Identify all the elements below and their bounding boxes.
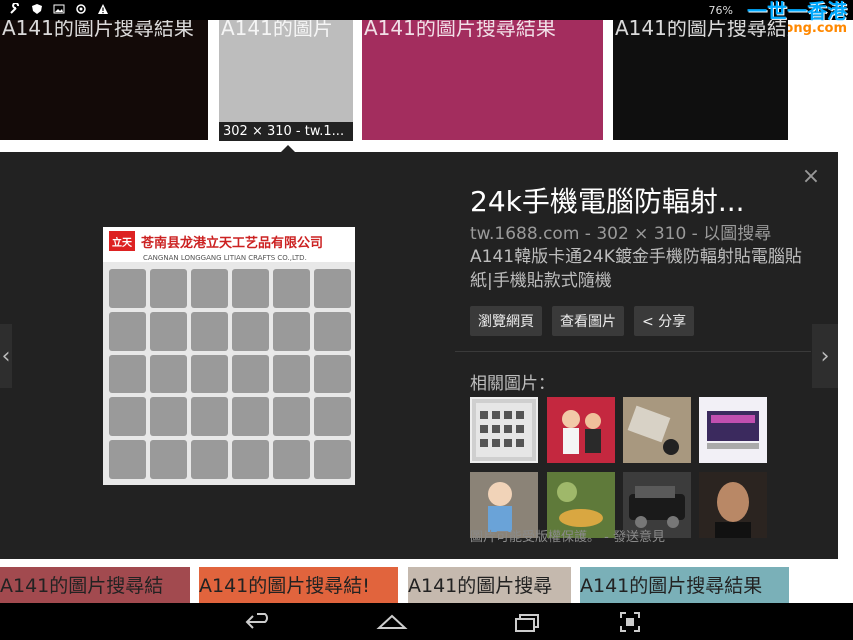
sticker-tile [109, 269, 146, 308]
visit-page-button[interactable]: 瀏覽網頁 [470, 306, 542, 336]
thumbnail-label: A141的圖片搜尋結果 [2, 20, 194, 40]
share-button[interactable]: < 分享 [634, 306, 695, 336]
sticker-tile [273, 311, 310, 351]
watermark-title: 一世一香港 [747, 0, 847, 23]
previous-arrow-icon[interactable]: ‹ [0, 324, 12, 388]
sticker-tile [314, 440, 351, 479]
image-title: 24k手機電腦防輻射... [470, 185, 745, 218]
thumbnail-label: A141的圖片搜尋結果 [580, 575, 763, 597]
related-image-product-box[interactable] [699, 397, 767, 463]
sticker-tile [191, 311, 228, 351]
selected-thumbnail-caption: 302 × 310 - tw.1... [219, 122, 353, 141]
thumbnail-label: A141的圖片搜尋結! [199, 575, 370, 597]
thumbnail-label: A141的圖片 [221, 20, 333, 40]
image-meta[interactable]: tw.1688.com - 302 × 310 - 以圖搜尋 [470, 219, 771, 244]
sticker-tile [314, 354, 351, 394]
sticker-tile [150, 397, 187, 437]
thumbnail-label: A141的圖片搜尋 [408, 575, 553, 597]
sticker-tile [232, 354, 269, 394]
sticker-tile [273, 269, 310, 308]
sticker-tile [109, 397, 146, 437]
image-icon [52, 2, 66, 16]
result-thumbnail[interactable]: A141的圖片搜尋 [408, 567, 571, 603]
sticker-tile [273, 354, 310, 394]
image-detail-panel: 立天 苍南县龙港立天工艺品有限公司 CANGNAN LONGGANG LITIA… [0, 152, 838, 559]
recent-apps-icon[interactable] [507, 608, 547, 636]
warning-icon [96, 2, 110, 16]
company-logo: 立天 [109, 231, 135, 251]
divider [455, 351, 811, 352]
next-arrow-icon[interactable]: › [812, 324, 838, 388]
thumbnail-label: A141的圖片搜尋結 [0, 575, 164, 597]
sticker-tile [273, 397, 310, 437]
result-thumbnail[interactable]: A141的圖片搜尋結果 [580, 567, 789, 603]
sticker-tile [314, 311, 351, 351]
sticker-tile [232, 440, 269, 479]
related-image-desk[interactable] [623, 397, 691, 463]
sticker-tile [191, 354, 228, 394]
result-thumbnail[interactable]: A141的圖片搜尋結 [0, 567, 190, 603]
sticker-tile [273, 440, 310, 479]
sticker-tile [150, 440, 187, 479]
image-header: 立天 苍南县龙港立天工艺品有限公司 [103, 227, 355, 256]
sticker-tile [150, 311, 187, 351]
sync-icon [74, 2, 88, 16]
home-icon[interactable] [372, 608, 412, 636]
thumbnail-label: A141的圖片搜尋結果 [364, 20, 556, 40]
sticker-tile [109, 354, 146, 394]
sticker-tile [314, 269, 351, 308]
sticker-tile [191, 440, 228, 479]
related-image-stickers[interactable] [470, 397, 538, 463]
sticker-tile [191, 269, 228, 308]
navigation-bar [0, 603, 853, 640]
result-thumbnail[interactable]: A141的圖片搜尋結! [199, 567, 398, 603]
action-buttons: 瀏覽網頁 查看圖片 < 分享 [470, 306, 695, 336]
sticker-tile [191, 397, 228, 437]
main-preview-image[interactable]: 立天 苍南县龙港立天工艺品有限公司 CANGNAN LONGGANG LITIA… [103, 227, 355, 485]
company-name-en: CANGNAN LONGGANG LITIAN CRAFTS CO.,LTD. [103, 254, 355, 262]
sticker-tile [150, 354, 187, 394]
shield-icon [30, 2, 44, 16]
screenshot-icon[interactable] [610, 608, 650, 636]
sticker-grid [109, 269, 351, 479]
result-thumbnail[interactable]: A141的圖片搜尋結果 [613, 20, 788, 140]
close-icon[interactable]: × [800, 166, 822, 188]
image-description: A141韓版卡通24K鍍金手機防輻射貼電腦貼紙|手機貼款式隨機 [470, 247, 802, 291]
sticker-tile [109, 440, 146, 479]
sticker-tile [314, 397, 351, 437]
sticker-tile [109, 311, 146, 351]
result-thumbnail[interactable]: A141的圖片搜尋結果 [0, 20, 208, 140]
sticker-tile [232, 397, 269, 437]
copyright-notice[interactable]: 圖片可能受版權保護。 - 發送意見 [470, 526, 665, 545]
thumbnail-label: A141的圖片搜尋結果 [615, 20, 788, 40]
result-thumbnail[interactable]: A141的圖片搜尋結果 [362, 20, 603, 140]
related-image-magazine[interactable] [547, 397, 615, 463]
related-image-man[interactable] [699, 472, 767, 538]
related-images-label: 相關圖片： [470, 374, 555, 394]
sticker-tile [150, 269, 187, 308]
company-name-cn: 苍南县龙港立天工艺品有限公司 [141, 235, 324, 251]
sticker-tile [232, 311, 269, 351]
back-icon[interactable] [238, 608, 278, 636]
sticker-tile [232, 269, 269, 308]
wrench-icon [8, 2, 22, 16]
view-image-button[interactable]: 查看圖片 [552, 306, 624, 336]
notification-icons [8, 2, 110, 16]
